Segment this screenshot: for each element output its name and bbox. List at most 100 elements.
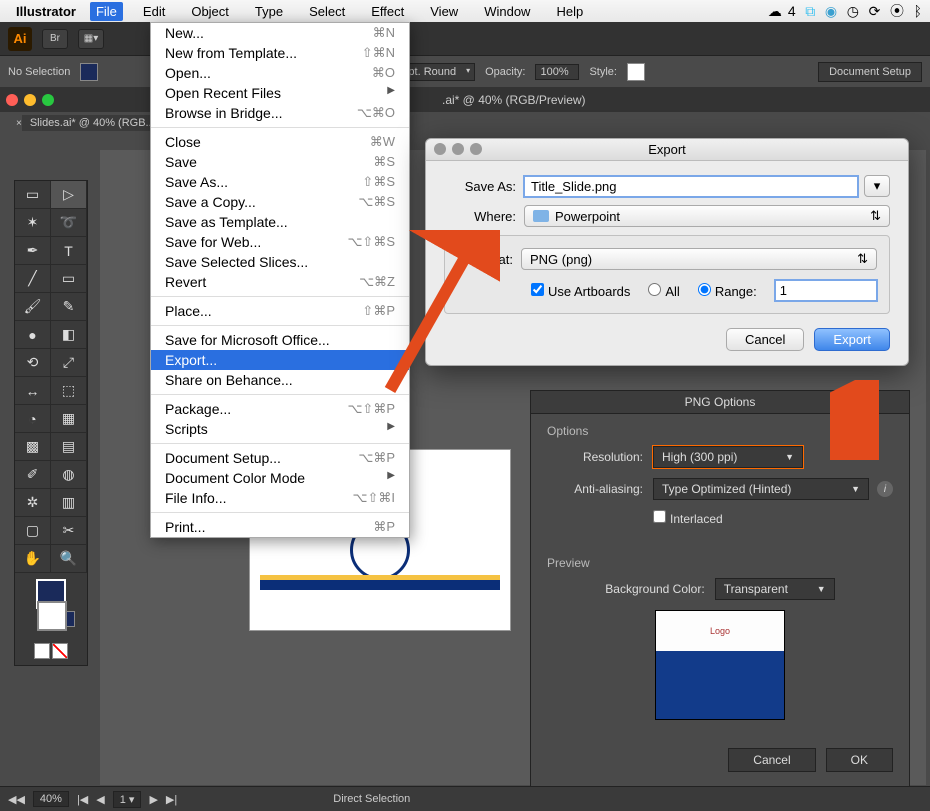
file-menu-item[interactable]: Save As...⇧⌘S <box>151 172 409 192</box>
close-icon[interactable] <box>6 94 18 106</box>
scale-tool[interactable]: ⤢ <box>51 349 87 377</box>
hand-tool[interactable]: ✋ <box>15 545 51 573</box>
direct-selection-tool[interactable]: ▷ <box>51 181 87 209</box>
gradient-tool[interactable]: ▤ <box>51 433 87 461</box>
cloud-icon[interactable]: ☁4 <box>768 3 796 19</box>
file-menu-item[interactable]: Save⌘S <box>151 152 409 172</box>
rectangle-tool[interactable]: ▭ <box>51 265 87 293</box>
artboard-nav[interactable]: 1 ▾ <box>113 791 142 808</box>
selection-tool[interactable]: ▭ <box>15 181 51 209</box>
perspective-tool[interactable]: ▦ <box>51 405 87 433</box>
menu-effect[interactable]: Effect <box>365 2 410 21</box>
file-menu-item[interactable]: Document Color Mode▶ <box>151 468 409 488</box>
nav-prev-icon[interactable]: ◀◀ <box>8 793 25 806</box>
menu-help[interactable]: Help <box>550 2 589 21</box>
file-menu-item[interactable]: Close⌘W <box>151 132 409 152</box>
cancel-button[interactable]: Cancel <box>726 328 804 351</box>
file-menu-item[interactable]: Scripts▶ <box>151 419 409 439</box>
circle-icon[interactable]: ◉ <box>825 3 837 19</box>
lasso-tool[interactable]: ➰ <box>51 209 87 237</box>
menu-type[interactable]: Type <box>249 2 289 21</box>
file-menu-item[interactable]: Package...⌥⇧⌘P <box>151 399 409 419</box>
file-menu-item[interactable]: New from Template...⇧⌘N <box>151 43 409 63</box>
export-button[interactable]: Export <box>814 328 890 351</box>
type-tool[interactable]: T <box>51 237 87 265</box>
nav-back-icon[interactable]: ◀ <box>96 793 104 806</box>
menu-file[interactable]: File <box>90 2 123 21</box>
zoom-window-icon[interactable] <box>470 143 482 155</box>
pencil-tool[interactable]: ✎ <box>51 293 87 321</box>
menu-select[interactable]: Select <box>303 2 351 21</box>
mesh-tool[interactable]: ▩ <box>15 433 51 461</box>
file-menu-item[interactable]: New...⌘N <box>151 23 409 43</box>
interlaced-checkbox[interactable]: Interlaced <box>653 510 723 526</box>
where-dropdown[interactable]: Powerpoint ⇅ <box>524 205 890 227</box>
file-menu-item[interactable]: File Info...⌥⇧⌘I <box>151 488 409 508</box>
bluetooth-icon[interactable]: ᛒ <box>914 3 922 19</box>
file-menu-item[interactable]: Print...⌘P <box>151 517 409 537</box>
file-menu-item[interactable]: Save a Copy...⌥⌘S <box>151 192 409 212</box>
file-menu-item[interactable]: Open Recent Files▶ <box>151 83 409 103</box>
stroke-color-swatch[interactable] <box>37 601 67 631</box>
zoom-window-icon[interactable] <box>42 94 54 106</box>
layout-button[interactable]: ▦▾ <box>78 29 104 49</box>
nav-first-icon[interactable]: |◀ <box>77 793 88 806</box>
menu-view[interactable]: View <box>424 2 464 21</box>
width-tool[interactable]: ↔ <box>15 377 51 405</box>
sync-icon[interactable]: ⟳ <box>869 3 881 19</box>
file-menu-item[interactable]: Save for Microsoft Office... <box>151 330 409 350</box>
slice-tool[interactable]: ✂ <box>51 517 87 545</box>
zoom-level[interactable]: 40% <box>33 791 69 807</box>
bridge-button[interactable]: Br <box>42 29 68 49</box>
clock-icon[interactable]: ◷ <box>847 3 859 19</box>
file-menu-item[interactable]: Browse in Bridge...⌥⌘O <box>151 103 409 123</box>
ai-logo[interactable]: Ai <box>8 27 32 51</box>
rotate-tool[interactable]: ⟲ <box>15 349 51 377</box>
reveal-button[interactable]: ▾ <box>864 175 890 197</box>
format-dropdown[interactable]: PNG (png) ⇅ <box>521 248 877 270</box>
bg-color-dropdown[interactable]: Transparent▼ <box>715 578 835 600</box>
blend-tool[interactable]: ◍ <box>51 461 87 489</box>
menu-window[interactable]: Window <box>478 2 536 21</box>
antialiasing-dropdown[interactable]: Type Optimized (Hinted)▼ <box>653 478 869 500</box>
eyedropper-tool[interactable]: ✐ <box>15 461 51 489</box>
fill-swatch[interactable] <box>80 63 98 81</box>
cancel-button[interactable]: Cancel <box>728 748 815 772</box>
mini-swatch-none[interactable] <box>52 643 68 659</box>
all-radio[interactable]: All <box>648 283 679 299</box>
file-menu-item[interactable]: Revert⌥⌘Z <box>151 272 409 292</box>
file-menu-item[interactable]: Open...⌘O <box>151 63 409 83</box>
mini-swatch-2[interactable] <box>34 643 50 659</box>
dropbox-icon[interactable]: ⧉ <box>805 3 815 19</box>
file-menu-item[interactable]: Document Setup...⌥⌘P <box>151 448 409 468</box>
file-menu-item[interactable]: Share on Behance... <box>151 370 409 390</box>
line-tool[interactable]: ╱ <box>15 265 51 293</box>
info-icon[interactable]: i <box>877 481 893 497</box>
free-transform-tool[interactable]: ⬚ <box>51 377 87 405</box>
file-menu-item[interactable]: Export... <box>151 350 409 370</box>
pen-tool[interactable]: ✒ <box>15 237 51 265</box>
nav-last-icon[interactable]: ▶| <box>166 793 177 806</box>
nav-fwd-icon[interactable]: ▶ <box>149 793 157 806</box>
paintbrush-tool[interactable]: 🖌 <box>15 293 51 321</box>
minimize-icon[interactable] <box>452 143 464 155</box>
opacity-input[interactable] <box>535 64 579 80</box>
close-icon[interactable] <box>434 143 446 155</box>
magic-wand-tool[interactable]: ✶ <box>15 209 51 237</box>
ok-button[interactable]: OK <box>826 748 893 772</box>
use-artboards-checkbox[interactable]: Use Artboards <box>531 283 630 299</box>
document-setup-button[interactable]: Document Setup <box>818 62 922 82</box>
doc-tab[interactable]: Slides.ai* @ 40% (RGB... <box>22 115 164 131</box>
range-input[interactable] <box>775 280 877 301</box>
minimize-icon[interactable] <box>24 94 36 106</box>
resolution-dropdown[interactable]: High (300 ppi)▼ <box>653 446 803 468</box>
file-menu-item[interactable]: Save Selected Slices... <box>151 252 409 272</box>
menu-edit[interactable]: Edit <box>137 2 171 21</box>
save-as-input[interactable] <box>524 176 858 197</box>
style-swatch[interactable] <box>627 63 645 81</box>
symbol-sprayer-tool[interactable]: ✲ <box>15 489 51 517</box>
file-menu-item[interactable]: Save as Template... <box>151 212 409 232</box>
file-menu-item[interactable]: Place...⇧⌘P <box>151 301 409 321</box>
file-menu-item[interactable]: Save for Web...⌥⇧⌘S <box>151 232 409 252</box>
artboard-tool[interactable]: ▢ <box>15 517 51 545</box>
